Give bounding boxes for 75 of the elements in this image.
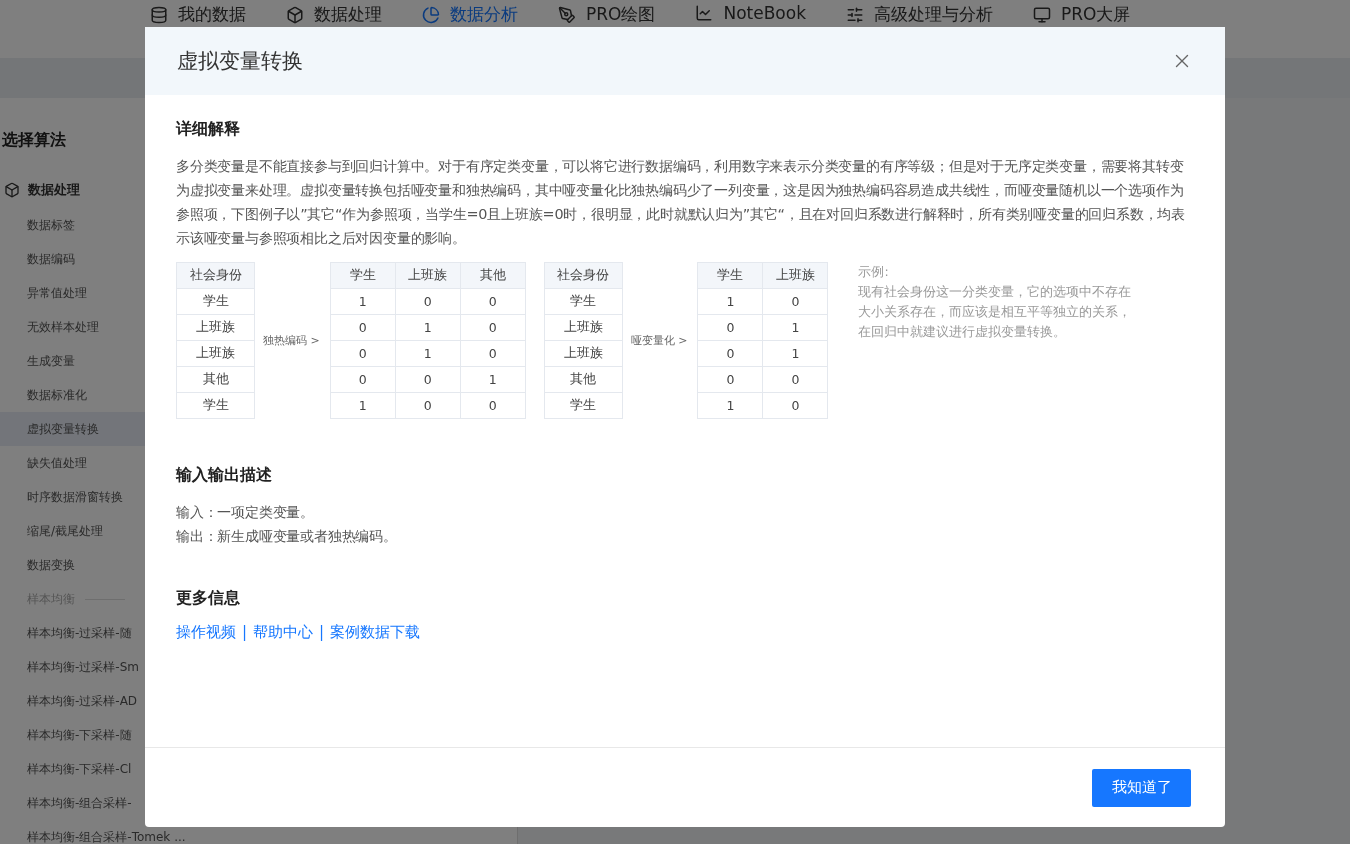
table-cell: 1 <box>395 314 461 341</box>
database-icon <box>150 5 168 24</box>
help-link[interactable]: 帮助中心 <box>253 623 314 642</box>
nav-tab[interactable]: 数据分析 <box>422 3 518 26</box>
table-cell: 0 <box>330 340 396 367</box>
table-header: 上班族 <box>395 262 461 289</box>
nav-tab[interactable]: 高级处理与分析 <box>846 3 993 26</box>
line-chart-icon <box>695 4 714 22</box>
sidebar-title: 选择算法 <box>1 129 66 151</box>
table-cell: 0 <box>762 288 828 315</box>
section-heading: 输入输出描述 <box>176 465 273 486</box>
table-cell: 1 <box>762 340 828 367</box>
nav-tab[interactable]: 我的数据 <box>150 3 246 26</box>
table-cell: 0 <box>460 340 526 367</box>
example-title: 示例: <box>858 263 890 281</box>
table-cell: 0 <box>762 366 828 393</box>
table-cell: 0 <box>395 366 461 393</box>
table-cell: 1 <box>330 288 396 315</box>
table-cell: 1 <box>395 340 461 367</box>
nav-tab[interactable]: PRO绘图 <box>558 3 656 26</box>
table-cell: 0 <box>395 392 461 419</box>
table-header: 其他 <box>460 262 526 289</box>
table-cell: 其他 <box>544 366 623 393</box>
table-header: 学生 <box>697 262 763 289</box>
table-cell: 1 <box>762 314 828 341</box>
table-header: 上班族 <box>762 262 828 289</box>
confirm-button[interactable]: 我知道了 <box>1092 768 1191 807</box>
nav-tab[interactable]: NoteBook <box>695 3 806 23</box>
table-cell: 学生 <box>176 288 255 315</box>
nav-tab[interactable]: 数据处理 <box>286 3 382 26</box>
table-cell: 0 <box>762 392 828 419</box>
monitor-icon <box>1033 5 1051 24</box>
table-cell: 上班族 <box>544 340 623 367</box>
help-link[interactable]: 案例数据下载 <box>330 623 421 642</box>
table-cell: 上班族 <box>544 314 623 341</box>
paragraph: 输入：一项定类变量。 <box>176 503 315 522</box>
table-cell: 0 <box>395 288 461 315</box>
table-cell: 1 <box>460 366 526 393</box>
table-cell: 上班族 <box>176 314 255 341</box>
table-cell: 0 <box>460 288 526 315</box>
link-separator: | <box>319 623 325 642</box>
table-cell: 0 <box>330 314 396 341</box>
table-cell: 0 <box>697 340 763 367</box>
table-cell: 学生 <box>176 392 255 419</box>
table-cell: 1 <box>697 288 763 315</box>
section-heading: 详细解释 <box>176 119 241 140</box>
table-cell: 0 <box>697 366 763 393</box>
table-header: 学生 <box>330 262 396 289</box>
table-header: 社会身份 <box>544 262 623 289</box>
conversion-label: 哑变量化 > <box>630 333 688 348</box>
table-cell: 其他 <box>176 366 255 393</box>
table-cell: 上班族 <box>176 340 255 367</box>
paragraph: 多分类变量是不能直接参与到回归计算中。对于有序定类变量，可以将它进行数据编码，利用数字来表示分类变量的有序等级；但是对于无序定类变量，需要将其转变为虚拟变量来处理。虚拟变量转换包括哑变量和独热编码，其中哑变量化比独热编码少了一列变量，这是因为独热编码容易造成共线性，而哑变量随机以一个选项作为参照项，下图例子以”其它“作为参照项，当学生=0且上班族=0时，很明显，此时就默认归为”其它“，且在对回归系数进行解释时，所有类别哑变量的回归系数，均表示该哑变量与参照项相比之后对因变量的影响。 <box>176 157 1187 248</box>
table-cell: 1 <box>697 392 763 419</box>
table-cell: 0 <box>460 314 526 341</box>
nav-tab[interactable]: PRO大屏 <box>1033 3 1131 26</box>
table-header: 社会身份 <box>176 262 255 289</box>
table-cell: 0 <box>460 392 526 419</box>
table-cell: 1 <box>330 392 396 419</box>
pie-chart-icon <box>422 5 440 24</box>
table-cell: 学生 <box>544 288 623 315</box>
cube-icon <box>4 182 20 198</box>
conversion-label: 独热编码 > <box>263 333 320 348</box>
table-cell: 0 <box>330 366 396 393</box>
cube-icon <box>286 5 304 24</box>
group-header[interactable]: 数据处理 <box>0 172 80 208</box>
paragraph: 输出：新生成哑变量或者独热编码。 <box>176 527 398 546</box>
table-cell: 0 <box>697 314 763 341</box>
sliders-icon <box>846 5 864 24</box>
link-separator: | <box>242 623 248 642</box>
table-cell: 学生 <box>544 392 623 419</box>
section-heading: 更多信息 <box>176 588 241 609</box>
dialog-title: 虚拟变量转换 <box>177 48 303 75</box>
help-link[interactable]: 操作视频 <box>176 623 236 642</box>
pen-icon <box>558 5 576 24</box>
